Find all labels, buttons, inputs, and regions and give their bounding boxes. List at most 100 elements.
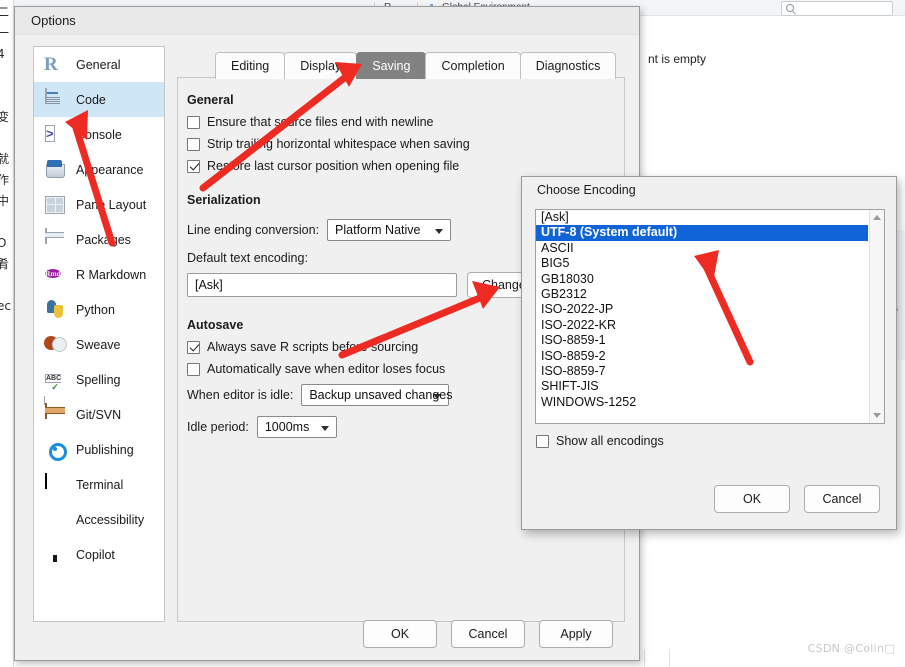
list-item-label: ISO-2022-JP [541,302,614,317]
encoding-listbox[interactable]: [Ask] UTF-8 (System default) ASCII BIG5 … [535,209,885,424]
sidebar-item-label: Appearance [76,162,144,177]
rmd-badge-icon: Rmd [45,268,61,278]
list-item-label: [Ask] [541,210,569,224]
sidebar-item-terminal[interactable]: Terminal [34,467,164,502]
line-ending-value: Platform Native [335,223,421,237]
sidebar-item-label: Code [76,92,106,107]
sidebar-item-console[interactable]: > Console [34,117,164,152]
tab-completion[interactable]: Completion [425,52,521,79]
accessibility-icon [44,509,66,531]
encoding-items: [Ask] UTF-8 (System default) ASCII BIG5 … [536,210,868,410]
encoding-list-scrollbar[interactable] [869,210,884,423]
idle-period-value: 1000ms [264,420,310,434]
encoding-cancel-button[interactable]: Cancel [804,485,880,513]
sidebar-item-pane-layout[interactable]: Pane Layout [34,187,164,222]
list-item-label: ISO-2022-KR [541,317,617,332]
sidebar-item-accessibility[interactable]: Accessibility [34,502,164,537]
list-item[interactable]: ISO-2022-KR [536,318,868,333]
paint-bucket-icon [44,159,66,181]
tab-saving[interactable]: Saving [356,52,427,79]
list-item-label: ASCII [541,240,574,255]
github-copilot-icon [44,544,66,566]
sidebar-item-python[interactable]: Python [34,292,164,327]
ok-label: OK [742,492,762,506]
checkbox-box[interactable] [187,137,200,151]
sidebar-item-label: Console [76,127,122,142]
list-item[interactable]: ISO-8859-1 [536,333,868,348]
checkbox-box[interactable] [536,434,549,448]
default-encoding-field[interactable]: [Ask] [187,273,457,297]
checkbox-show-all-encodings[interactable]: Show all encodings [536,434,664,448]
tab-label: Saving [372,59,411,73]
tab-editing[interactable]: Editing [215,52,286,79]
tab-display[interactable]: Display [284,52,358,79]
tab-strip: Editing Display Saving Completion Diagno… [215,52,617,79]
idle-period-select[interactable]: 1000ms [256,416,337,438]
sidebar-item-spelling[interactable]: ABC ✓ Spelling [34,362,164,405]
checkbox-box[interactable] [187,115,200,129]
sidebar-item-label: Packages [76,232,131,247]
sidebar-item-copilot[interactable]: Copilot [34,537,164,572]
list-item[interactable]: BIG5 [536,256,868,271]
list-item-label: ISO-8859-2 [541,348,606,363]
line-ending-select[interactable]: Platform Native [327,219,452,241]
csdn-watermark: CSDN @Colin□ [807,642,895,655]
editor-idle-select[interactable]: Backup unsaved changes [301,384,452,406]
sidebar-item-label: General [76,57,121,72]
list-item[interactable]: ISO-2022-JP [536,302,868,317]
encoding-ok-button[interactable]: OK [714,485,790,513]
list-item-label: GB18030 [541,271,594,286]
code-page-icon [44,87,66,111]
checkbox-box[interactable] [187,362,200,376]
list-item[interactable]: SHIFT-JIS [536,379,868,394]
search-input[interactable] [781,1,893,16]
list-item-label: UTF-8 (System default) [541,225,678,240]
checkbox-restore-cursor-position[interactable]: Restore last cursor position when openin… [187,159,617,173]
choose-encoding-dialog: Choose Encoding [Ask] UTF-8 (System defa… [521,176,897,530]
encoding-dialog-buttons: OK Cancel [714,485,880,513]
checkbox-label: Always save R scripts before sourcing [207,340,419,354]
list-item-selected[interactable]: UTF-8 (System default) [536,225,868,241]
checkbox-strip-trailing-whitespace[interactable]: Strip trailing horizontal whitespace whe… [187,137,617,151]
scroll-down-icon[interactable] [873,413,881,418]
general-section-heading: General [187,93,234,107]
list-item[interactable]: ISO-8859-7 [536,364,868,379]
options-dialog-titlebar: Options [15,7,639,35]
checkbox-ensure-newline[interactable]: Ensure that source files end with newlin… [187,115,617,129]
options-ok-button[interactable]: OK [363,620,437,648]
list-item[interactable]: ISO-8859-2 [536,349,868,364]
list-item[interactable]: GB18030 [536,272,868,287]
list-item-label: SHIFT-JIS [541,379,599,394]
sidebar-item-r-markdown[interactable]: Rmd R Markdown [34,257,164,292]
console-prompt-icon: > [45,124,55,142]
sidebar-item-label: R Markdown [76,267,147,282]
publishing-icon [44,439,66,461]
checkbox-box[interactable] [187,159,200,173]
sidebar-item-publishing[interactable]: Publishing [34,432,164,467]
checkbox-box[interactable] [187,340,200,354]
checkbox-label: Ensure that source files end with newlin… [207,115,434,129]
options-apply-button[interactable]: Apply [539,620,613,648]
sidebar-item-general[interactable]: R General [34,47,164,82]
sidebar-item-label: Sweave [76,337,121,352]
tab-diagnostics[interactable]: Diagnostics [519,52,617,79]
sidebar-item-packages[interactable]: Packages [34,222,164,257]
spellcheck-icon: ABC ✓ [44,369,66,405]
sidebar-item-appearance[interactable]: Appearance [34,152,164,187]
options-cancel-button[interactable]: Cancel [451,620,525,648]
cancel-label: Cancel [822,492,862,506]
list-item[interactable]: ASCII [536,241,868,256]
sidebar-item-code[interactable]: Code [34,82,164,117]
checkbox-label: Strip trailing horizontal whitespace whe… [207,137,470,151]
list-item-label: WINDOWS-1252 [541,394,637,409]
terminal-icon [44,472,66,496]
sidebar-item-git-svn[interactable]: Git/SVN [34,397,164,432]
sidebar-item-sweave[interactable]: Sweave [34,327,164,362]
r-logo-icon: R [44,53,58,75]
package-box-icon [44,227,66,251]
list-item[interactable]: GB2312 [536,287,868,302]
list-item[interactable]: [Ask] [536,210,868,225]
list-item[interactable]: WINDOWS-1252 [536,395,868,410]
scroll-up-icon[interactable] [873,215,881,220]
list-item-label: ISO-8859-1 [541,333,606,348]
